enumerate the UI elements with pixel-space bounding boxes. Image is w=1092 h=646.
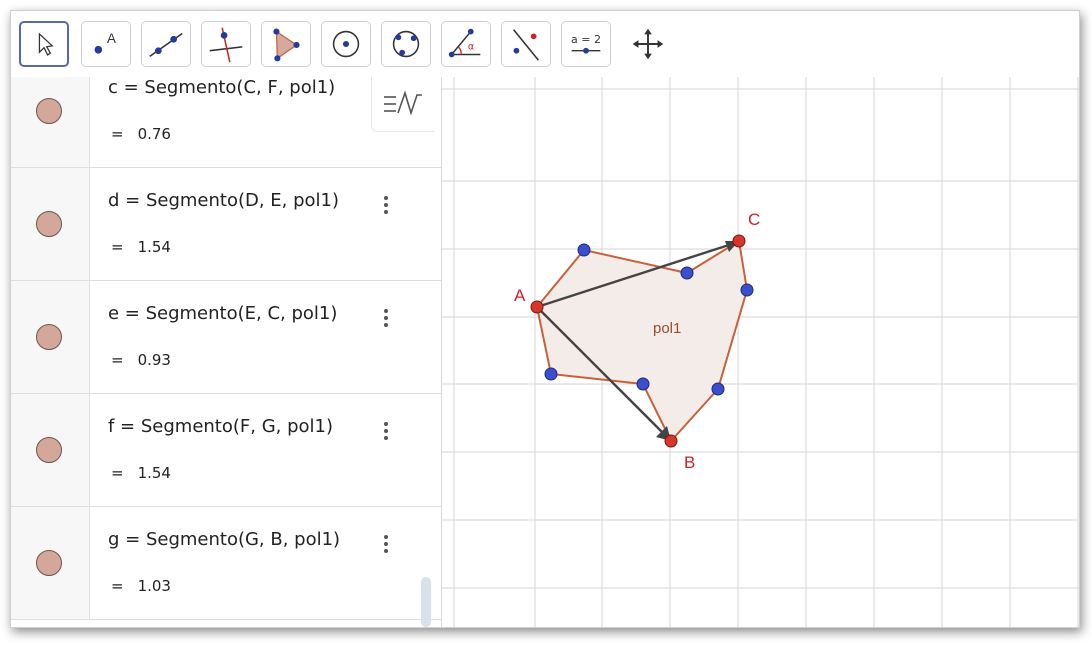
- marble-column: [11, 77, 90, 167]
- algebra-item[interactable]: e = Segmento(E, C, pol1) = 0.93: [11, 281, 441, 394]
- more-options-icon[interactable]: [383, 196, 389, 217]
- graphics-canvas[interactable]: A C B pol1: [442, 77, 1079, 627]
- algebra-value: 0.93: [137, 351, 171, 369]
- algebra-description-icon: [384, 90, 422, 116]
- circle-three-points-icon: [392, 30, 420, 58]
- algebra-value: 1.03: [137, 577, 171, 595]
- equals-sign: =: [111, 351, 124, 369]
- angle-icon: α: [448, 28, 481, 58]
- more-options-icon[interactable]: [383, 535, 389, 556]
- algebra-value-row: = 1.03: [111, 577, 171, 595]
- equals-sign: =: [111, 238, 124, 256]
- label-pol1: pol1: [653, 320, 681, 337]
- circle-tool-button[interactable]: [321, 21, 371, 67]
- algebra-item[interactable]: d = Segmento(D, E, pol1) = 1.54: [11, 168, 441, 281]
- algebra-definition[interactable]: d = Segmento(D, E, pol1): [108, 190, 339, 211]
- point-C[interactable]: [732, 234, 746, 248]
- marble-column: [11, 168, 90, 280]
- algebra-item[interactable]: g = Segmento(G, B, pol1) = 1.03: [11, 507, 441, 620]
- algebra-value-row: = 0.93: [111, 351, 171, 369]
- marble-column: [11, 507, 90, 619]
- point-blue[interactable]: [680, 266, 694, 280]
- equals-sign: =: [111, 577, 124, 595]
- toolbar: A α a = 2: [11, 11, 1079, 78]
- point-blue[interactable]: [636, 377, 650, 391]
- reflect-about-line-icon: [512, 29, 540, 61]
- algebra-value: 1.54: [137, 464, 171, 482]
- point-blue[interactable]: [711, 382, 725, 396]
- circle-center-point-icon: [332, 30, 360, 58]
- algebra-value: 0.76: [137, 125, 171, 143]
- point-blue[interactable]: [544, 367, 558, 381]
- equals-sign: =: [111, 125, 124, 143]
- point-B[interactable]: [664, 434, 678, 448]
- perpendicular-line-icon: [209, 27, 243, 63]
- algebra-scrollbar[interactable]: [421, 577, 431, 627]
- perpendicular-line-tool-button[interactable]: [201, 21, 251, 67]
- svg-text:A: A: [107, 31, 116, 46]
- point-blue[interactable]: [740, 283, 754, 297]
- algebra-definition[interactable]: e = Segmento(E, C, pol1): [108, 303, 337, 324]
- label-C: C: [748, 210, 760, 229]
- visibility-toggle[interactable]: [36, 211, 62, 237]
- circle-three-points-tool-button[interactable]: [381, 21, 431, 67]
- move-graphics-view-tool-button[interactable]: [623, 21, 673, 67]
- algebra-view: c = Segmento(C, F, pol1) = 0.76 d = Segme…: [11, 77, 442, 627]
- algebra-definition[interactable]: g = Segmento(G, B, pol1): [108, 529, 340, 550]
- algebra-definition[interactable]: f = Segmento(F, G, pol1): [108, 416, 333, 437]
- visibility-toggle[interactable]: [36, 550, 62, 576]
- angle-tool-button[interactable]: α: [441, 21, 491, 67]
- graphics-view[interactable]: A C B pol1: [442, 77, 1079, 627]
- line-tool-button[interactable]: [141, 21, 191, 67]
- point-tool-button[interactable]: A: [81, 21, 131, 67]
- grid: [442, 77, 1079, 627]
- more-options-icon[interactable]: [383, 309, 389, 330]
- more-options-icon[interactable]: [383, 422, 389, 443]
- point-icon: A: [94, 31, 116, 54]
- marble-column: [11, 281, 90, 393]
- visibility-toggle[interactable]: [36, 437, 62, 463]
- cursor-arrow-icon: [38, 32, 54, 56]
- marble-column: [11, 394, 90, 506]
- algebra-definition[interactable]: c = Segmento(C, F, pol1): [108, 77, 335, 98]
- algebra-value-row: = 1.54: [111, 464, 171, 482]
- equals-sign: =: [111, 464, 124, 482]
- algebra-value-row: = 0.76: [111, 125, 171, 143]
- algebra-value-row: = 1.54: [111, 238, 171, 256]
- visibility-toggle[interactable]: [36, 324, 62, 350]
- algebra-view-menu-button[interactable]: [371, 77, 434, 132]
- move-tool-button[interactable]: [19, 21, 69, 67]
- line-through-points-icon: [149, 32, 183, 58]
- slider-tool-label: a = 2: [571, 33, 601, 46]
- label-B: B: [684, 453, 695, 472]
- polygon-icon: [273, 28, 300, 62]
- reflect-tool-button[interactable]: [501, 21, 551, 67]
- slider-tool-button[interactable]: a = 2: [561, 21, 611, 67]
- visibility-toggle[interactable]: [36, 98, 62, 124]
- svg-text:α: α: [468, 42, 474, 53]
- point-A[interactable]: [530, 300, 544, 314]
- algebra-value: 1.54: [137, 238, 171, 256]
- geogebra-window: A α a = 2 c = Segmento(C, F, pol1) = 0.7…: [10, 10, 1080, 628]
- algebra-item[interactable]: f = Segmento(F, G, pol1) = 1.54: [11, 394, 441, 507]
- polygon-tool-button[interactable]: [261, 21, 311, 67]
- point-blue[interactable]: [577, 243, 591, 257]
- label-A: A: [514, 286, 526, 305]
- move-arrows-icon: [632, 28, 664, 60]
